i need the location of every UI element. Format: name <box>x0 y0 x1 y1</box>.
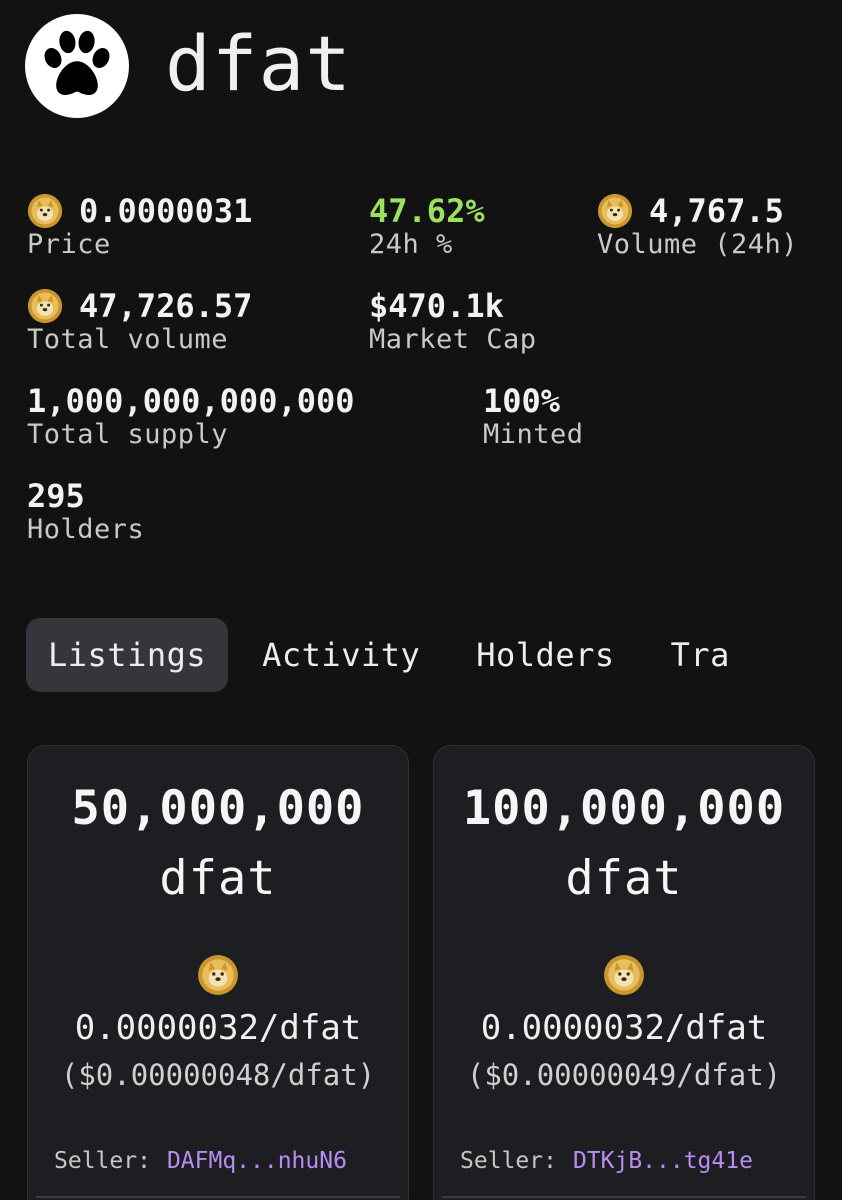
listing-seller: Seller: DTKjB...tg41e <box>460 1148 753 1176</box>
total-volume-label: Total volume <box>27 324 229 355</box>
tab-holders[interactable]: Holders <box>454 618 636 692</box>
seller-address-link[interactable]: DAFMq...nhuN6 <box>167 1148 347 1174</box>
listing-usd-price: ($0.00000049/dfat) <box>466 1058 782 1092</box>
stat-market-cap: $470.1k Market Cap <box>369 286 537 353</box>
minted-label: Minted <box>483 419 584 450</box>
doge-coin-icon <box>27 193 63 229</box>
total-supply-value: 1,000,000,000,000 <box>27 382 355 420</box>
volume-24h-label: Volume (24h) <box>597 229 799 260</box>
minted-value: 100% <box>483 382 561 420</box>
listing-amount: 50,000,000 dfat <box>71 781 365 906</box>
paw-icon <box>25 14 129 118</box>
stat-total-volume: 47,726.57 Total volume <box>27 286 252 353</box>
seller-label: Seller: <box>54 1148 151 1174</box>
doge-coin-icon <box>604 955 644 995</box>
listing-amount: 100,000,000 dfat <box>462 781 786 906</box>
change-24h-label: 24h % <box>369 229 453 260</box>
listing-card[interactable]: 50,000,000 dfat 0.0000032/dfat ($0.00000… <box>27 745 409 1200</box>
market-cap-label: Market Cap <box>369 324 537 355</box>
stat-total-supply: 1,000,000,000,000 Total supply <box>27 381 355 448</box>
doge-coin-icon <box>597 193 633 229</box>
market-cap-value: $470.1k <box>369 287 504 325</box>
tab-activity[interactable]: Activity <box>240 618 442 692</box>
tab-bar: Listings Activity Holders Tra <box>26 618 752 692</box>
price-label: Price <box>27 229 111 260</box>
seller-address-link[interactable]: DTKjB...tg41e <box>573 1148 753 1174</box>
card-divider <box>36 1196 400 1198</box>
seller-label: Seller: <box>460 1148 557 1174</box>
stat-volume-24h: 4,767.5 Volume (24h) <box>597 191 798 258</box>
holders-value: 295 <box>27 477 85 515</box>
doge-coin-icon <box>198 955 238 995</box>
listing-price: 0.0000032/dfat <box>480 1008 768 1048</box>
token-header: dfat <box>25 14 352 118</box>
total-volume-value: 47,726.57 <box>79 287 253 325</box>
listing-usd-price: ($0.00000048/dfat) <box>60 1058 376 1092</box>
tab-transfers[interactable]: Tra <box>649 618 752 692</box>
tab-listings[interactable]: Listings <box>26 618 229 692</box>
card-divider <box>442 1196 806 1198</box>
token-page: dfat 0.0000031 Price 47.62% 24h % 4,767.… <box>0 0 842 1200</box>
stat-holders: 295 Holders <box>27 476 144 543</box>
listing-card[interactable]: 100,000,000 dfat 0.0000032/dfat ($0.0000… <box>433 745 815 1200</box>
doge-coin-icon <box>27 288 63 324</box>
token-title: dfat <box>165 19 353 108</box>
volume-24h-value: 4,767.5 <box>649 192 784 230</box>
listing-price: 0.0000032/dfat <box>74 1008 362 1048</box>
stat-minted: 100% Minted <box>483 381 584 448</box>
stat-price: 0.0000031 Price <box>27 191 252 258</box>
total-supply-label: Total supply <box>27 419 229 450</box>
stat-change-24h: 47.62% 24h % <box>369 191 485 258</box>
listing-seller: Seller: DAFMq...nhuN6 <box>54 1148 347 1176</box>
change-24h-value: 47.62% <box>369 192 485 230</box>
price-value: 0.0000031 <box>79 192 253 230</box>
holders-label: Holders <box>27 514 145 545</box>
